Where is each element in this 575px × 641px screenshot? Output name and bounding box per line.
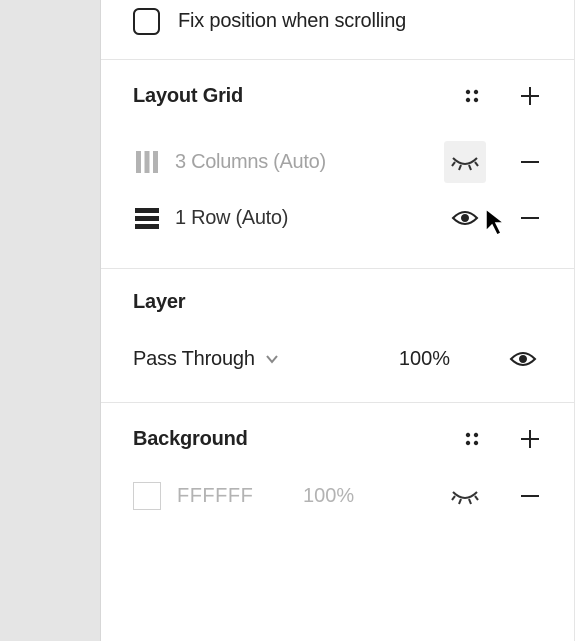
remove-grid-button[interactable] (516, 148, 544, 176)
add-layout-grid-button[interactable] (516, 82, 544, 110)
fill-opacity-input[interactable]: 100% (303, 485, 393, 508)
eye-open-icon (509, 349, 537, 369)
background-section: Background FFFFFF 100% (101, 403, 574, 539)
styles-icon (463, 430, 481, 448)
fix-position-checkbox[interactable] (133, 8, 160, 35)
remove-fill-button[interactable] (516, 482, 544, 510)
layout-grid-styles-button[interactable] (458, 82, 486, 110)
fix-position-label: Fix position when scrolling (178, 10, 406, 33)
eye-closed-icon (451, 152, 479, 172)
fill-row[interactable]: FFFFFF 100% (133, 475, 544, 517)
styles-icon (463, 87, 481, 105)
fix-position-row[interactable]: Fix position when scrolling (133, 8, 544, 35)
background-styles-button[interactable] (458, 425, 486, 453)
blend-mode-select[interactable]: Pass Through (133, 348, 279, 371)
rows-icon (133, 204, 161, 232)
add-fill-button[interactable] (516, 425, 544, 453)
fill-visibility-button[interactable] (444, 475, 486, 517)
eye-open-icon (451, 208, 479, 228)
layout-grid-section: Layout Grid (101, 60, 574, 269)
color-swatch[interactable] (133, 482, 161, 510)
remove-grid-button[interactable] (516, 204, 544, 232)
toggle-visibility-button[interactable] (444, 197, 486, 239)
blend-mode-value: Pass Through (133, 348, 255, 371)
columns-icon (133, 148, 161, 176)
layout-grid-title: Layout Grid (133, 85, 243, 108)
eye-closed-icon (451, 486, 479, 506)
grid-item-rows[interactable]: 1 Row (Auto) (133, 190, 544, 246)
chevron-down-icon (265, 354, 279, 364)
plus-icon (519, 428, 541, 450)
minus-icon (519, 151, 541, 173)
plus-icon (519, 85, 541, 107)
fill-hex-input[interactable]: FFFFFF (177, 485, 285, 508)
layer-opacity-input[interactable]: 100% (399, 348, 450, 371)
minus-icon (519, 207, 541, 229)
layer-title: Layer (133, 291, 185, 314)
layer-section: Layer Pass Through 100% (101, 269, 574, 403)
properties-panel: Fix position when scrolling Layout Grid (100, 0, 575, 641)
constraints-section: Fix position when scrolling (101, 0, 574, 60)
background-title: Background (133, 428, 248, 451)
grid-item-label: 1 Row (Auto) (175, 207, 444, 230)
layer-visibility-button[interactable] (502, 338, 544, 380)
minus-icon (519, 485, 541, 507)
toggle-visibility-button[interactable] (444, 141, 486, 183)
grid-item-columns[interactable]: 3 Columns (Auto) (133, 134, 544, 190)
grid-item-label: 3 Columns (Auto) (175, 151, 444, 174)
